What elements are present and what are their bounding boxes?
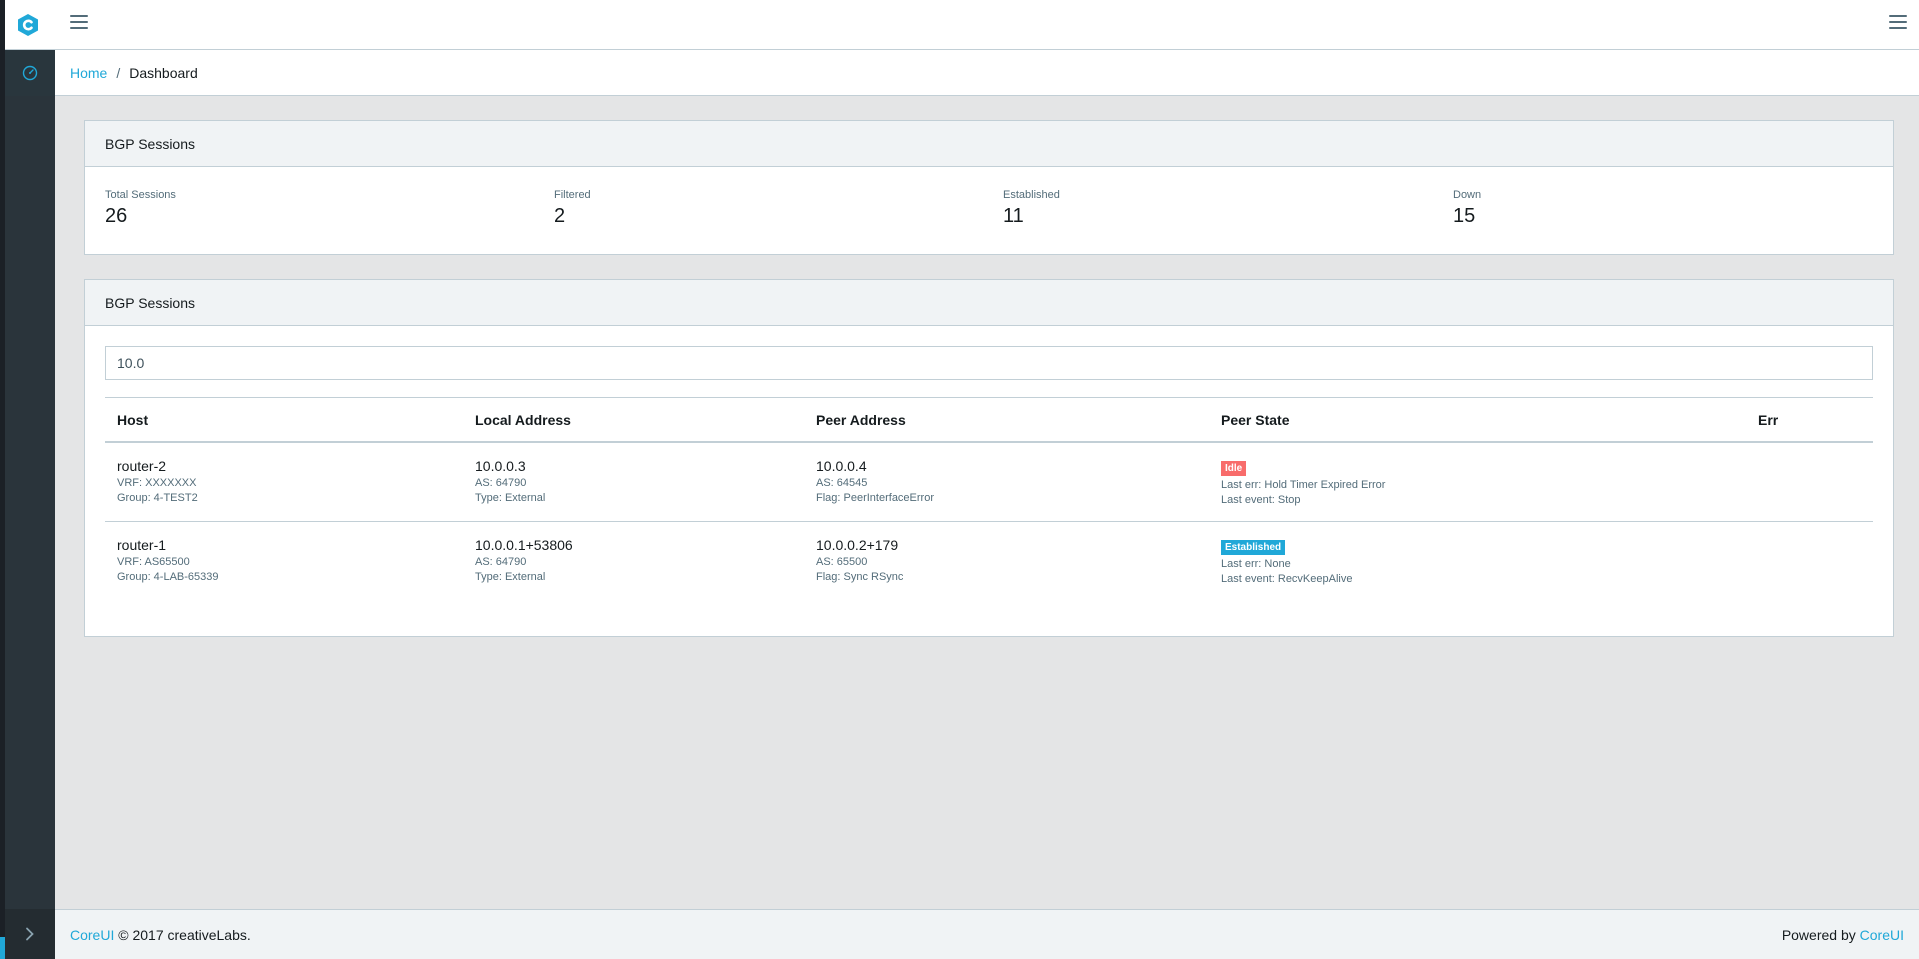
sidebar-item-dashboard[interactable]: [5, 50, 55, 96]
host-vrf: VRF: XXXXXXX: [117, 477, 197, 489]
peer-state-cell: Idle Last err: Hold Timer Expired Error …: [1221, 458, 1385, 506]
local-type: Type: External: [475, 492, 546, 504]
peer-address-cell: 10.0.0.2+179 AS: 65500 Flag: Sync RSync: [816, 537, 903, 583]
sidebar-minimizer-accent: [0, 937, 5, 959]
local-address-cell: 10.0.0.3 AS: 64790 Type: External: [475, 458, 545, 504]
sidebar: [5, 50, 55, 959]
aside-menu-toggle-button[interactable]: [1889, 15, 1907, 29]
column-header-peer-address[interactable]: Peer Address: [816, 412, 906, 428]
host-cell: router-2 VRF: XXXXXXX Group: 4-TEST2: [117, 458, 198, 504]
column-header-peer-state[interactable]: Peer State: [1221, 412, 1289, 428]
brand-logo[interactable]: [0, 0, 55, 50]
column-header-err[interactable]: Err: [1758, 412, 1778, 428]
footer-powered-by: Powered by: [1781, 926, 1856, 943]
table-row[interactable]: router-1 VRF: AS65500 Group: 4-LAB-65339…: [105, 521, 1873, 599]
footer-left: CoreUI © 2017 creativeLabs.: [70, 927, 251, 943]
card-title: BGP Sessions: [85, 280, 1893, 326]
hamburger-icon: [70, 15, 88, 17]
host-cell: router-1 VRF: AS65500 Group: 4-LAB-65339: [117, 537, 219, 583]
footer-powered-link[interactable]: CoreUI: [1860, 927, 1904, 943]
local-as: AS: 64790: [475, 556, 527, 568]
stat-label: Filtered: [554, 189, 591, 201]
app-footer: CoreUI © 2017 creativeLabs. Powered by C…: [55, 909, 1919, 959]
stats-row: Total Sessions 26 Filtered 2 Established…: [85, 167, 1893, 254]
footer-copyright: © 2017 creativeLabs.: [118, 926, 251, 943]
stat-value: 11: [1003, 205, 1024, 227]
speedometer-icon: [22, 65, 38, 81]
column-header-host[interactable]: Host: [117, 412, 148, 428]
stat-total-sessions: Total Sessions 26: [105, 189, 176, 228]
breadcrumb-home-link[interactable]: Home: [70, 65, 107, 81]
stat-value: 15: [1453, 205, 1476, 227]
stat-value: 26: [105, 205, 128, 227]
peer-address: 10.0.0.2+179: [816, 537, 899, 553]
status-badge: Idle: [1221, 461, 1247, 476]
last-event: Last event: Stop: [1221, 494, 1301, 506]
host-name: router-2: [117, 458, 167, 474]
stat-value: 2: [554, 205, 566, 227]
peer-flag: Flag: PeerInterfaceError: [816, 492, 934, 504]
peer-address-cell: 10.0.0.4 AS: 64545 Flag: PeerInterfaceEr…: [816, 458, 934, 504]
last-event: Last event: RecvKeepAlive: [1221, 573, 1353, 585]
local-address: 10.0.0.3: [475, 458, 526, 474]
sidebar-edge: [0, 0, 5, 959]
stat-label: Established: [1003, 189, 1060, 201]
table-row[interactable]: router-2 VRF: XXXXXXX Group: 4-TEST2 10.…: [105, 443, 1873, 521]
table-header: Host Local Address Peer Address Peer Sta…: [105, 397, 1873, 443]
breadcrumb-separator: /: [116, 64, 121, 81]
peer-as: AS: 65500: [816, 556, 868, 568]
stat-label: Total Sessions: [105, 189, 176, 201]
status-badge: Established: [1221, 540, 1286, 555]
local-address: 10.0.0.1+53806: [475, 537, 573, 553]
local-type: Type: External: [475, 571, 546, 583]
breadcrumb: Home / Dashboard: [55, 50, 1919, 96]
host-group: Group: 4-LAB-65339: [117, 571, 219, 583]
stat-label: Down: [1453, 189, 1482, 201]
filter-input[interactable]: [105, 346, 1873, 380]
sidebar-minimizer-button[interactable]: [5, 909, 55, 959]
sidebar-toggle-button[interactable]: [70, 15, 88, 29]
bgp-sessions-card: BGP Sessions Host Local Address Peer Add…: [84, 279, 1894, 637]
app-header: [0, 0, 1919, 50]
footer-right: Powered by CoreUI: [1782, 927, 1904, 943]
chevron-right-icon: [26, 927, 34, 941]
card-title: BGP Sessions: [85, 121, 1893, 167]
peer-as: AS: 64545: [816, 477, 868, 489]
sessions-table: Host Local Address Peer Address Peer Sta…: [105, 397, 1873, 599]
coreui-logo-icon: [17, 14, 38, 36]
host-name: router-1: [117, 537, 167, 553]
peer-flag: Flag: Sync RSync: [816, 571, 904, 583]
bgp-summary-card: BGP Sessions Total Sessions 26 Filtered …: [84, 120, 1894, 255]
stat-filtered: Filtered 2: [554, 189, 591, 228]
column-header-local-address[interactable]: Local Address: [475, 412, 571, 428]
local-address-cell: 10.0.0.1+53806 AS: 64790 Type: External: [475, 537, 573, 583]
host-group: Group: 4-TEST2: [117, 492, 198, 504]
hamburger-icon: [1889, 15, 1907, 17]
footer-brand-link[interactable]: CoreUI: [70, 927, 114, 943]
local-as: AS: 64790: [475, 477, 527, 489]
stat-established: Established 11: [1003, 189, 1060, 228]
breadcrumb-current: Dashboard: [129, 64, 198, 81]
host-vrf: VRF: AS65500: [117, 556, 190, 568]
last-err: Last err: Hold Timer Expired Error: [1221, 479, 1386, 491]
last-err: Last err: None: [1221, 558, 1291, 570]
peer-state-cell: Established Last err: None Last event: R…: [1221, 537, 1352, 585]
peer-address: 10.0.0.4: [816, 458, 867, 474]
stat-down: Down 15: [1453, 189, 1481, 228]
